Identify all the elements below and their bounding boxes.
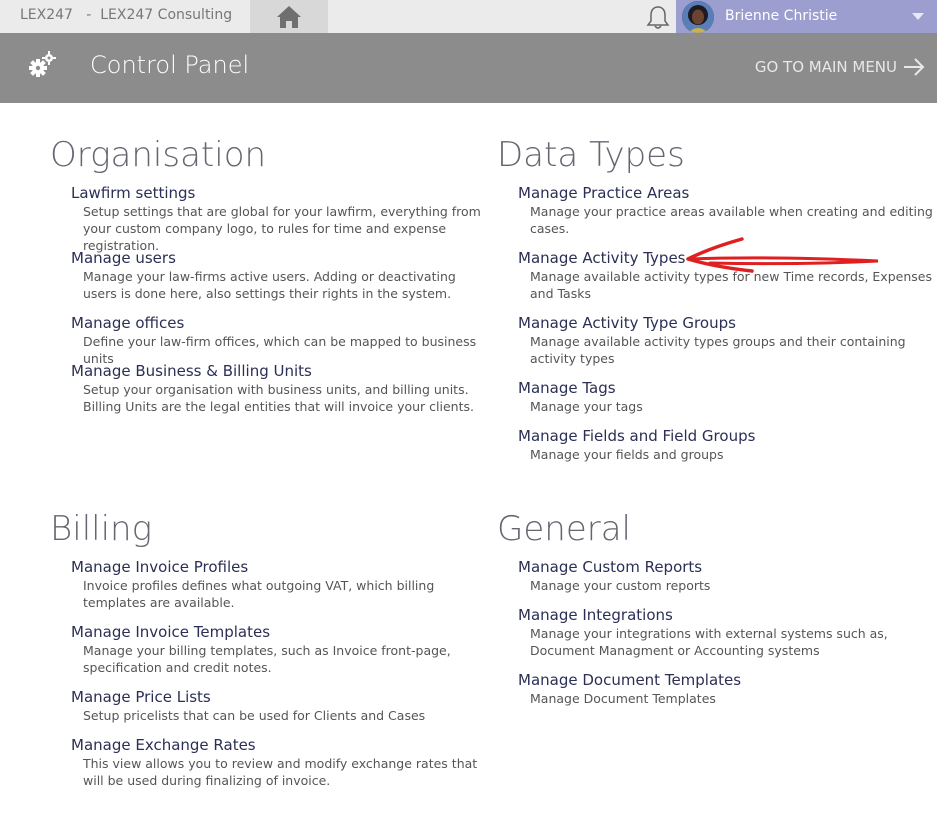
section-title: Organisation: [50, 135, 267, 175]
manage-exchange-rates-link[interactable]: Manage Exchange Rates: [71, 736, 492, 755]
manage-activity-type-groups-link[interactable]: Manage Activity Type Groups: [518, 314, 933, 333]
manage-price-lists-link[interactable]: Manage Price Lists: [71, 688, 492, 707]
manage-users-link[interactable]: Manage users: [71, 249, 490, 268]
list-item: Manage Custom Reports Manage your custom…: [518, 558, 933, 606]
item-description: Setup pricelists that can be used for Cl…: [83, 708, 426, 723]
list-item: Manage Activity Type Groups Manage avail…: [518, 314, 933, 379]
item-description: Setup settings that are global for your …: [83, 204, 481, 253]
section-title: Data Types: [497, 135, 685, 175]
user-name: Brienne Christie: [725, 8, 838, 24]
list-item: Manage Invoice Profiles Invoice profiles…: [71, 558, 492, 623]
top-bar: LEX247 - LEX247 Consulting Brienne Chris…: [0, 0, 937, 33]
item-description: Manage your practice areas available whe…: [530, 204, 933, 236]
section-title: Billing: [50, 509, 152, 549]
section-data-types: Data Types Manage Practice Areas Manage …: [497, 135, 933, 475]
manage-invoice-templates-link[interactable]: Manage Invoice Templates: [71, 623, 492, 642]
company-name: LEX247 - LEX247 Consulting: [20, 7, 233, 23]
list-item: Manage offices Define your law-firm offi…: [71, 314, 490, 366]
list-item: Manage Integrations Manage your integrat…: [518, 606, 933, 671]
annotation-arrow: [686, 237, 879, 273]
section-billing: Billing Manage Invoice Profiles Invoice …: [50, 509, 492, 801]
item-description: Manage available activity types groups a…: [530, 334, 906, 366]
list-item: Manage Tags Manage your tags: [518, 379, 933, 427]
list-item: Manage Invoice Templates Manage your bil…: [71, 623, 492, 688]
manage-invoice-profiles-link[interactable]: Manage Invoice Profiles: [71, 558, 492, 577]
avatar: [682, 1, 714, 33]
manage-business-billing-units-link[interactable]: Manage Business & Billing Units: [71, 362, 490, 381]
home-icon: [277, 6, 301, 28]
item-description: Manage your custom reports: [530, 578, 711, 593]
section-organisation: Organisation Lawfirm settings Setup sett…: [50, 135, 490, 427]
manage-integrations-link[interactable]: Manage Integrations: [518, 606, 933, 625]
item-description: Manage your tags: [530, 399, 643, 414]
arrow-right-icon: [904, 58, 925, 76]
lawfirm-settings-link[interactable]: Lawfirm settings: [71, 184, 490, 203]
section-general: General Manage Custom Reports Manage you…: [497, 509, 933, 719]
main-menu-label: GO TO MAIN MENU: [754, 58, 897, 76]
list-item: Manage Price Lists Setup pricelists that…: [71, 688, 492, 736]
manage-practice-areas-link[interactable]: Manage Practice Areas: [518, 184, 933, 203]
page-header: Control Panel GO TO MAIN MENU: [0, 33, 937, 103]
item-description: Manage your fields and groups: [530, 447, 724, 462]
item-description: Manage your integrations with external s…: [530, 626, 888, 658]
go-to-main-menu-link[interactable]: GO TO MAIN MENU: [755, 58, 925, 76]
gears-icon: [27, 51, 57, 83]
home-button[interactable]: [250, 0, 328, 33]
list-item: Manage Document Templates Manage Documen…: [518, 671, 933, 719]
manage-tags-link[interactable]: Manage Tags: [518, 379, 933, 398]
list-item: Manage Exchange Rates This view allows y…: [71, 736, 492, 801]
item-description: Manage your billing templates, such as I…: [83, 643, 451, 675]
item-description: This view allows you to review and modif…: [83, 756, 478, 788]
manage-custom-reports-link[interactable]: Manage Custom Reports: [518, 558, 933, 577]
list-item: Lawfirm settings Setup settings that are…: [71, 184, 490, 253]
list-item: Manage Business & Billing Units Setup yo…: [71, 362, 490, 427]
page-title: Control Panel: [90, 51, 250, 79]
item-description: Setup your organisation with business un…: [83, 382, 474, 414]
manage-document-templates-link[interactable]: Manage Document Templates: [518, 671, 933, 690]
list-item: Manage Fields and Field Groups Manage yo…: [518, 427, 933, 475]
item-description: Manage your law-firms active users. Addi…: [83, 269, 456, 301]
user-menu[interactable]: Brienne Christie: [676, 0, 937, 33]
item-description: Invoice profiles defines what outgoing V…: [83, 578, 435, 610]
bell-icon[interactable]: [646, 5, 670, 30]
section-title: General: [497, 509, 631, 549]
caret-down-icon[interactable]: [912, 13, 924, 20]
manage-offices-link[interactable]: Manage offices: [71, 314, 490, 333]
item-description: Manage Document Templates: [530, 691, 716, 706]
list-item: Manage users Manage your law-firms activ…: [71, 249, 490, 314]
manage-fields-and-field-groups-link[interactable]: Manage Fields and Field Groups: [518, 427, 933, 446]
